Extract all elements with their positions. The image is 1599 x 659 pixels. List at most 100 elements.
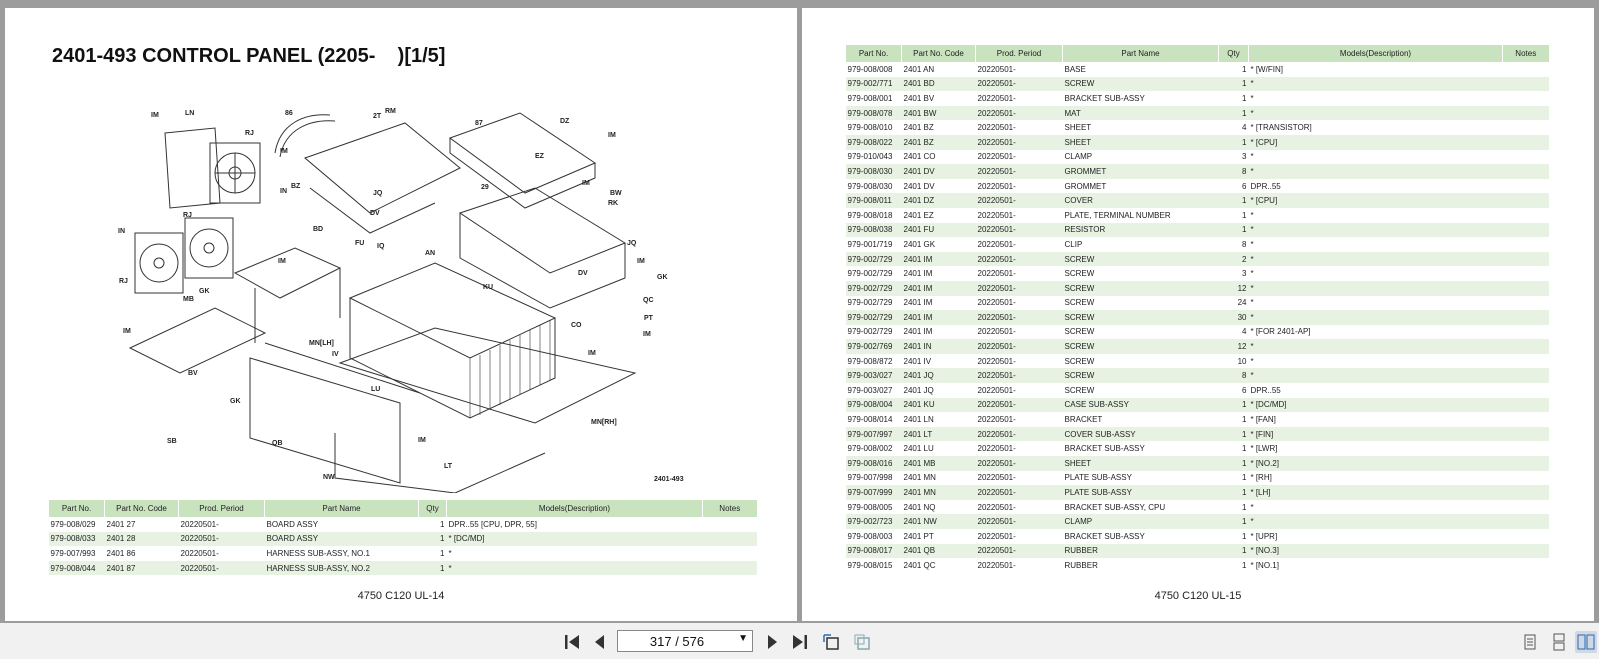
table-cell: 1 [1218, 485, 1249, 500]
table-cell: 1 [1242, 502, 1247, 512]
table-cell: 2401 DV [901, 164, 976, 179]
table-cell: 2401 IM [901, 310, 976, 325]
callout-label: IN [280, 188, 287, 195]
table-cell: SHEET [1062, 456, 1219, 471]
callout-label: IM [418, 437, 426, 444]
table-cell: * [LWR] [1250, 444, 1278, 454]
table-cell: 2401 PT [903, 531, 934, 541]
table-cell [1502, 426, 1549, 442]
table-cell: 1 [1218, 543, 1249, 559]
callout-label: KU [483, 284, 493, 291]
callout-label: LN [185, 110, 194, 117]
callout-label: IN [118, 228, 125, 235]
table-cell [1503, 179, 1549, 194]
table-cell: 6 [1242, 385, 1247, 395]
column-header: Notes [702, 500, 757, 517]
table-cell: 2401 BD [901, 76, 976, 92]
last-page-icon[interactable] [790, 632, 810, 652]
table-cell: 979-008/002 [847, 444, 893, 454]
previous-page-icon[interactable] [590, 632, 610, 652]
callout-label: QB [272, 440, 283, 447]
page-selector[interactable]: 317 / 576 ▼ [617, 630, 753, 652]
parts-table: Part No. Part No. Code Prod. Period Part Na… [48, 500, 757, 576]
page-footer: 4750 C120 UL-15 [1154, 590, 1242, 602]
table-header-row: Part No. Part No. Code Prod. Period Part Na… [845, 45, 1549, 62]
continuous-view-icon[interactable] [1548, 631, 1570, 653]
callout-label: JQ [373, 190, 383, 197]
table-cell: PLATE SUB-ASSY [1062, 485, 1219, 500]
callout-label: IM [278, 258, 286, 265]
callout-label: LU [371, 386, 380, 393]
table-cell [1503, 296, 1549, 311]
table-cell [1502, 543, 1549, 559]
two-page-view-icon[interactable] [1575, 631, 1597, 653]
callout-label: IM [643, 331, 651, 338]
table-cell: 979-002/729 [847, 327, 893, 337]
table-cell: 20220501- [178, 531, 265, 547]
table-cell: 20220501- [975, 134, 1063, 150]
table-cell: * [1248, 514, 1503, 529]
table-cell: 2401 MN [903, 473, 936, 483]
table-cell: * [FOR 2401-AP] [1250, 327, 1311, 337]
table-cell: 1 [1242, 210, 1247, 220]
table-cell: 979-002/729 [845, 310, 902, 325]
table-cell: 4 [1242, 123, 1247, 133]
table-cell: 979-001/719 [847, 239, 893, 249]
table-cell: CASE SUB-ASSY [1062, 397, 1219, 413]
table-row: 979-008/029 2401 27 20220501- BOARD ASSY 1 DP… [49, 517, 757, 532]
table-cell: BRACKET SUB-ASSY [1064, 93, 1145, 103]
table-header-row: Part No. Part No. Code Prod. Period Part Na… [48, 500, 757, 517]
table-cell: 979-008/044 [48, 560, 105, 576]
table-row: 979-008/002 2401 LU 20220501- BRACKET SUB-A… [846, 441, 1549, 456]
table-cell: PLATE SUB-ASSY [1064, 473, 1132, 483]
rotate-page-icon[interactable] [821, 632, 841, 652]
single-page-view-icon[interactable] [1519, 631, 1541, 653]
table-row: 979-008/014 2401 LN 20220501- BRACKET 1 * [FA… [846, 412, 1549, 427]
table-cell: 2401 BZ [903, 123, 934, 133]
table-cell: 1 [1242, 560, 1247, 570]
table-cell: 20220501- [977, 356, 1016, 366]
table-cell [1503, 266, 1549, 281]
table-cell [1503, 558, 1549, 573]
table-row: 979-002/729 2401 IM 20220501- SCREW 30 * [845, 310, 1549, 325]
callout-label: MN[RH] [591, 419, 617, 426]
table-cell: 1 [418, 560, 447, 576]
table-cell: 20220501- [975, 456, 1063, 471]
table-cell: RUBBER [1064, 560, 1098, 570]
table-cell: 2401 86 [106, 548, 136, 558]
left-page: 2401-493 CONTROL PANEL (2205- )[1/5] IM … [5, 8, 797, 621]
table-cell [1503, 529, 1549, 544]
table-cell: 979-008/005 [847, 502, 893, 512]
column-header: Prod. Period [975, 45, 1063, 62]
table-cell: 979-008/030 [845, 164, 902, 179]
table-cell: 20220501- [977, 560, 1016, 570]
table-cell: 30 [1218, 310, 1249, 325]
table-cell: * [DC/MD] [1248, 397, 1503, 413]
column-header: Models(Description) [1248, 45, 1503, 62]
table-row: 979-002/769 2401 IN 20220501- SCREW 12 * [845, 339, 1549, 354]
column-header: Part No. [48, 500, 105, 517]
table-cell [1502, 76, 1549, 92]
table-cell: * [1250, 298, 1254, 308]
table-cell: 979-008/003 [847, 531, 893, 541]
table-cell: SCREW [1062, 368, 1219, 384]
table-cell: * [NO.2] [1248, 456, 1503, 471]
table-cell: 20220501- [977, 64, 1016, 74]
table-cell: 2401 BZ [901, 134, 976, 150]
table-cell [1503, 62, 1549, 77]
table-cell: 979-007/998 [847, 473, 893, 483]
table-row: 979-008/015 2401 QC 20220501- RUBBER 1 * [NO.… [846, 558, 1549, 573]
table-cell: SCREW [1064, 298, 1095, 308]
column-header: Qty [418, 500, 447, 517]
table-cell: 1 [440, 548, 445, 558]
table-row: 979-002/723 2401 NW 20220501- CLAMP 1 * [845, 514, 1549, 529]
table-cell [1503, 91, 1549, 106]
table-cell: 4 [1242, 327, 1247, 337]
next-page-icon[interactable] [762, 632, 782, 652]
first-page-icon[interactable] [562, 632, 582, 652]
table-cell: BRACKET [1064, 415, 1103, 425]
table-cell: 20220501- [977, 210, 1016, 220]
fit-page-icon[interactable] [852, 632, 872, 652]
chevron-down-icon[interactable]: ▼ [738, 633, 748, 644]
table-cell: 20220501- [975, 280, 1063, 296]
